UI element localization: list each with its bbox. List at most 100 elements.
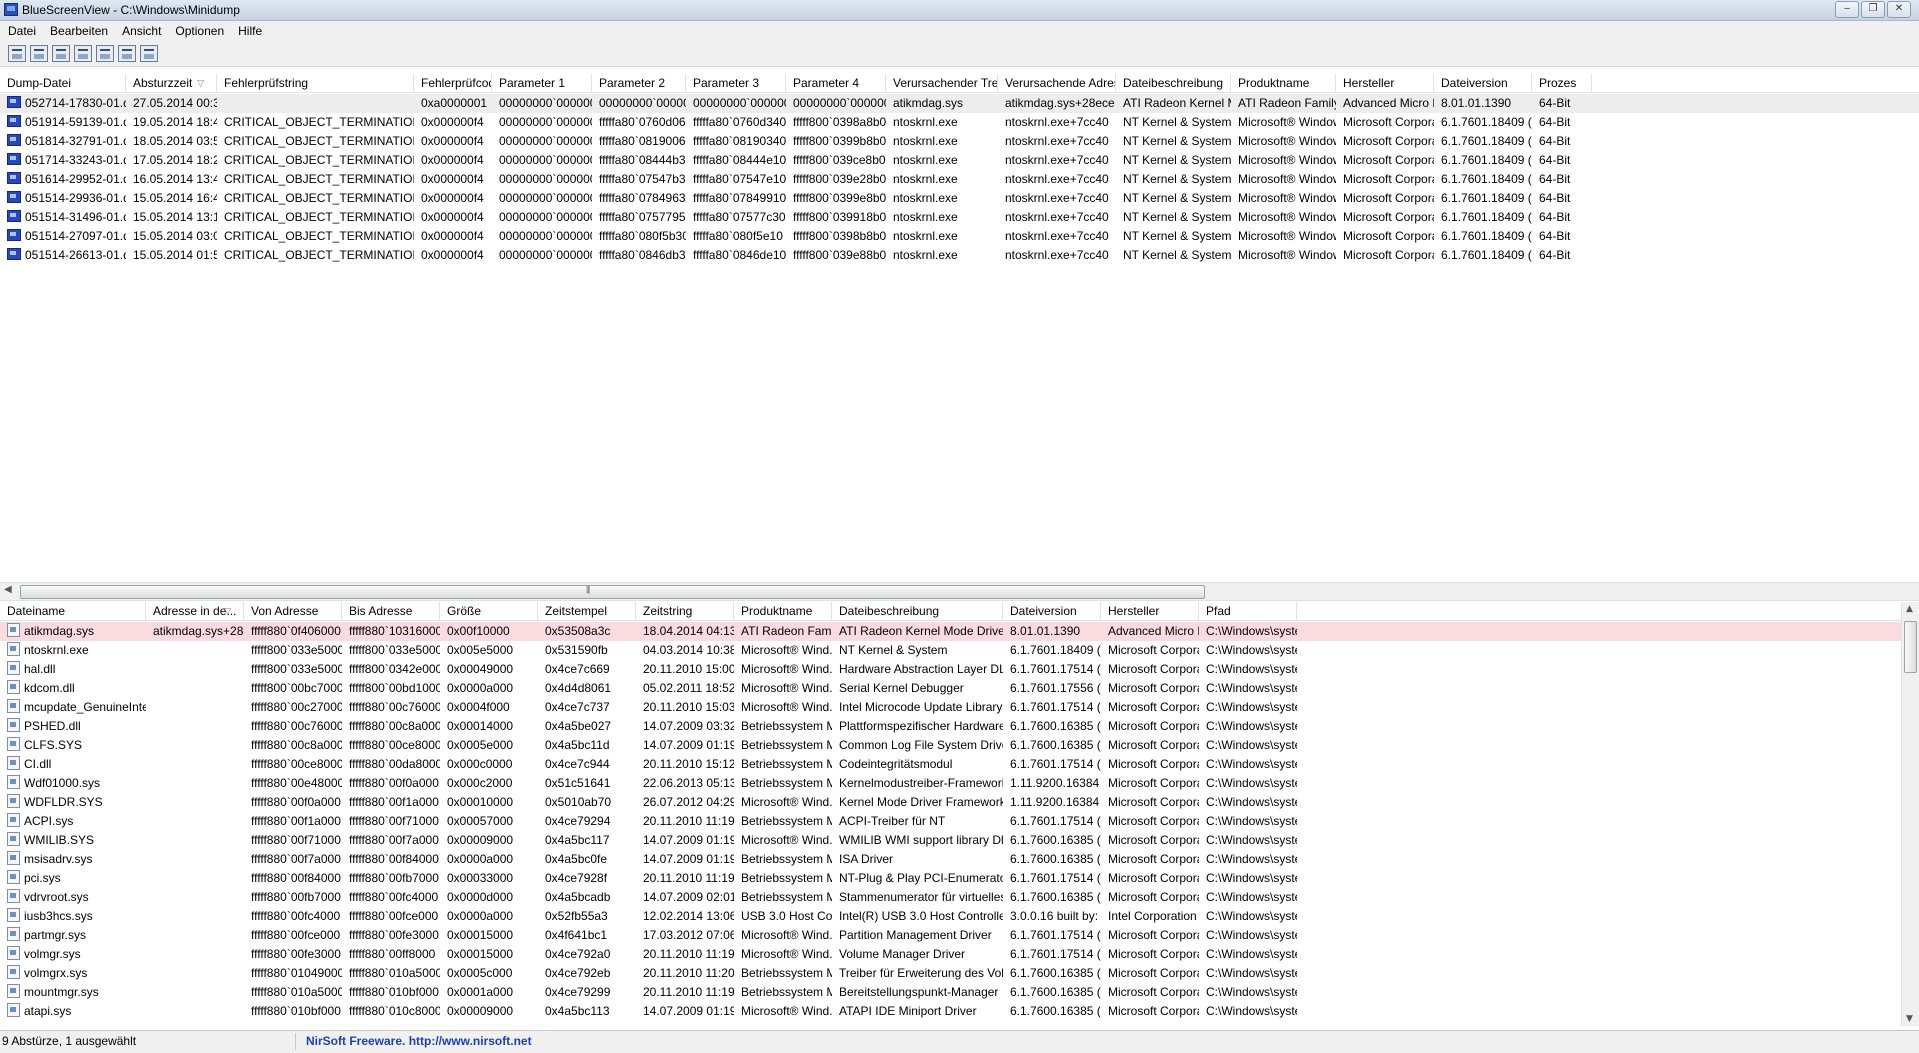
dump-row[interactable]: 051514-31496-01.dmp 15.05.2014 13:19:24 CR… [0, 208, 1919, 227]
dump-col-prozes[interactable]: Prozes [1532, 74, 1592, 92]
vertical-scrollbar[interactable]: ▲ ▼ [1901, 602, 1919, 1026]
driver-list[interactable]: Dateiname Adresse in de... ▽ Von Adresse Bis… [0, 602, 1919, 1026]
driver-row[interactable]: mountmgr.sys fffff880`010a5000 fffff880`01… [0, 983, 1919, 1002]
driver-col-pfad[interactable]: Pfad [1199, 602, 1297, 620]
nirsoft-link[interactable]: NirSoft Freeware. http://www.nirsoft.net [306, 1033, 532, 1050]
driver-row[interactable]: vdrvroot.sys fffff880`00fb7000 fffff880`00… [0, 888, 1919, 907]
driver-cell-text: WMILIB WMI support library Dll [839, 833, 1003, 847]
dump-cell-text: Microsoft Corpora... [1343, 115, 1434, 129]
driver-cell-text: ntoskrnl.exe [24, 643, 89, 657]
dump-col-label: Dateibeschreibung [1123, 76, 1224, 90]
driver-cell-text: 20.11.2010 15:03:51 [643, 700, 734, 714]
driver-col-dateibeschreibung[interactable]: Dateibeschreibung [832, 602, 1003, 620]
driver-cell: 0x4f641bc1 [538, 926, 636, 945]
dump-row[interactable]: 051614-29952-01.dmp 16.05.2014 13:41:24 CR… [0, 170, 1919, 189]
driver-col-hersteller[interactable]: Hersteller [1101, 602, 1199, 620]
driver-cell-text: 0x005e5000 [447, 643, 514, 657]
menu-hilfe[interactable]: Hilfe [230, 24, 268, 38]
scroll-left-icon[interactable]: ◀ [4, 584, 12, 595]
refresh-icon[interactable] [52, 45, 70, 62]
driver-row[interactable]: hal.dll fffff800`033e5000 fffff800`0342e00… [0, 660, 1919, 679]
dump-cell: 00000000`00000003 [492, 246, 592, 265]
driver-row[interactable]: pci.sys fffff880`00f84000 fffff880`00fb700… [0, 869, 1919, 888]
driver-row[interactable]: Wdf01000.sys fffff880`00e48000 fffff880`00… [0, 774, 1919, 793]
driver-row[interactable]: msisadrv.sys fffff880`00f7a000 fffff880`00… [0, 850, 1919, 869]
dump-row[interactable]: 051714-33243-01.dmp 17.05.2014 18:20:41 CR… [0, 151, 1919, 170]
dump-col-absturzzeit[interactable]: Absturzzeit ▽ [126, 74, 217, 92]
dump-row[interactable]: 051514-27097-01.dmp 15.05.2014 03:05:40 CR… [0, 227, 1919, 246]
dump-col-dateibeschreibung[interactable]: Dateibeschreibung [1116, 74, 1231, 92]
driver-row[interactable]: atapi.sys fffff880`010bf000 fffff880`010c8… [0, 1002, 1919, 1021]
dump-col-verursachende-adresse[interactable]: Verursachende Adresse [998, 74, 1116, 92]
dump-cell: NT Kernel & System [1116, 208, 1231, 227]
horizontal-scroll-thumb[interactable] [20, 585, 1205, 599]
dump-col-verursachender-treiber[interactable]: Verursachender Treiber [886, 74, 998, 92]
scroll-up-icon[interactable]: ▲ [1906, 604, 1913, 614]
driver-row[interactable]: kdcom.dll fffff800`00bc7000 fffff800`00bd1… [0, 679, 1919, 698]
dump-col-hersteller[interactable]: Hersteller [1336, 74, 1434, 92]
driver-col-zeitstring[interactable]: Zeitstring [636, 602, 734, 620]
maximize-button[interactable]: ❐ [1861, 1, 1885, 18]
find-icon[interactable] [118, 45, 136, 62]
driver-cell: Microsoft® Wind... [734, 679, 832, 698]
driver-col-gro-e[interactable]: Größe [440, 602, 538, 620]
dump-col-dateiversion[interactable]: Dateiversion [1434, 74, 1532, 92]
close-button[interactable]: ✕ [1887, 1, 1911, 18]
dump-col-dump-datei[interactable]: Dump-Datei [0, 74, 126, 92]
copy-icon[interactable] [74, 45, 92, 62]
driver-col-zeitstempel[interactable]: Zeitstempel [538, 602, 636, 620]
dump-cell: Microsoft® Window... [1231, 132, 1336, 151]
menu-optionen[interactable]: Optionen [167, 24, 230, 38]
dump-cell: NT Kernel & System [1116, 132, 1231, 151]
menu-ansicht[interactable]: Ansicht [114, 24, 167, 38]
driver-cell-text: fffff880`00f84000 [251, 871, 341, 885]
driver-col-von-adresse[interactable]: Von Adresse [244, 602, 342, 620]
dump-row[interactable]: 051514-26613-01.dmp 15.05.2014 01:58:12 CR… [0, 246, 1919, 265]
driver-col-label: Dateibeschreibung [839, 604, 940, 618]
scroll-down-icon[interactable]: ▼ [1906, 1014, 1913, 1024]
driver-col-adresse-in-de[interactable]: Adresse in de... ▽ [146, 602, 244, 620]
dump-row[interactable]: 051814-32791-01.dmp 18.05.2014 03:56:05 CR… [0, 132, 1919, 151]
driver-row[interactable]: volmgrx.sys fffff880`01049000 fffff880`010… [0, 964, 1919, 983]
save-html-report-icon[interactable] [8, 45, 26, 62]
driver-col-dateiversion[interactable]: Dateiversion [1003, 602, 1101, 620]
driver-row[interactable]: ACPI.sys fffff880`00f1a000 fffff880`00f710… [0, 812, 1919, 831]
driver-col-bis-adresse[interactable]: Bis Adresse [342, 602, 440, 620]
driver-cell-text: 0x5010ab70 [545, 795, 612, 809]
driver-row[interactable]: PSHED.dll fffff880`00c76000 fffff880`00c8a… [0, 717, 1919, 736]
driver-row[interactable]: volmgr.sys fffff880`00fe3000 fffff880`00ff… [0, 945, 1919, 964]
horizontal-scrollbar[interactable]: ◀ ||| [0, 582, 1919, 601]
dump-col-parameter-4[interactable]: Parameter 4 [786, 74, 886, 92]
dump-cell-text: ntoskrnl.exe [893, 115, 958, 129]
menu-datei[interactable]: Datei [0, 24, 42, 38]
dump-cell-text: 15.05.2014 16:42:31 [133, 191, 217, 205]
dump-col-produktname[interactable]: Produktname [1231, 74, 1336, 92]
menu-bearbeiten[interactable]: Bearbeiten [42, 24, 114, 38]
driver-row[interactable]: WDFLDR.SYS fffff880`00f0a000 fffff880`00f1… [0, 793, 1919, 812]
dump-row[interactable]: 052714-17830-01.dmp 27.05.2014 00:35:27 0x… [0, 94, 1919, 113]
driver-row[interactable]: ntoskrnl.exe fffff800`033e5000 fffff800`03… [0, 641, 1919, 660]
properties-icon[interactable] [96, 45, 114, 62]
minimize-button[interactable]: ‒ [1835, 1, 1859, 18]
dump-row[interactable]: 051914-59139-01.dmp 19.05.2014 18:49:18 CR… [0, 113, 1919, 132]
driver-row[interactable]: CI.dll fffff880`00ce8000 fffff880`00da8000… [0, 755, 1919, 774]
driver-row[interactable]: partmgr.sys fffff880`00fce000 fffff880`00f… [0, 926, 1919, 945]
driver-row[interactable]: WMILIB.SYS fffff880`00f71000 fffff880`00f7… [0, 831, 1919, 850]
driver-row[interactable]: atikmdag.sys atikmdag.sys+28ece fffff880`0… [0, 622, 1919, 641]
dump-list[interactable]: Dump-Datei Absturzzeit ▽ Fehlerprüfstring Fe… [0, 74, 1919, 582]
dump-col-parameter-2[interactable]: Parameter 2 [592, 74, 686, 92]
dump-col-parameter-1[interactable]: Parameter 1 [492, 74, 592, 92]
vertical-scroll-thumb[interactable] [1904, 621, 1917, 673]
driver-col-dateiname[interactable]: Dateiname [0, 602, 146, 620]
driver-cell: fffff880`00c76000 [342, 698, 440, 717]
save-icon[interactable] [30, 45, 48, 62]
driver-row[interactable]: iusb3hcs.sys fffff880`00fc4000 fffff880`00… [0, 907, 1919, 926]
driver-col-produktname[interactable]: Produktname [734, 602, 832, 620]
dump-col-fehlerpru-fcode[interactable]: Fehlerprüfcode [414, 74, 492, 92]
dump-row[interactable]: 051514-29936-01.dmp 15.05.2014 16:42:31 CR… [0, 189, 1919, 208]
driver-row[interactable]: mcupdate_GenuineIntel.dll fffff880`00c270… [0, 698, 1919, 717]
driver-row[interactable]: CLFS.SYS fffff880`00c8a000 fffff880`00ce80… [0, 736, 1919, 755]
dump-col-parameter-3[interactable]: Parameter 3 [686, 74, 786, 92]
dump-col-fehlerpru-fstring[interactable]: Fehlerprüfstring [217, 74, 414, 92]
exit-icon[interactable] [140, 45, 158, 62]
